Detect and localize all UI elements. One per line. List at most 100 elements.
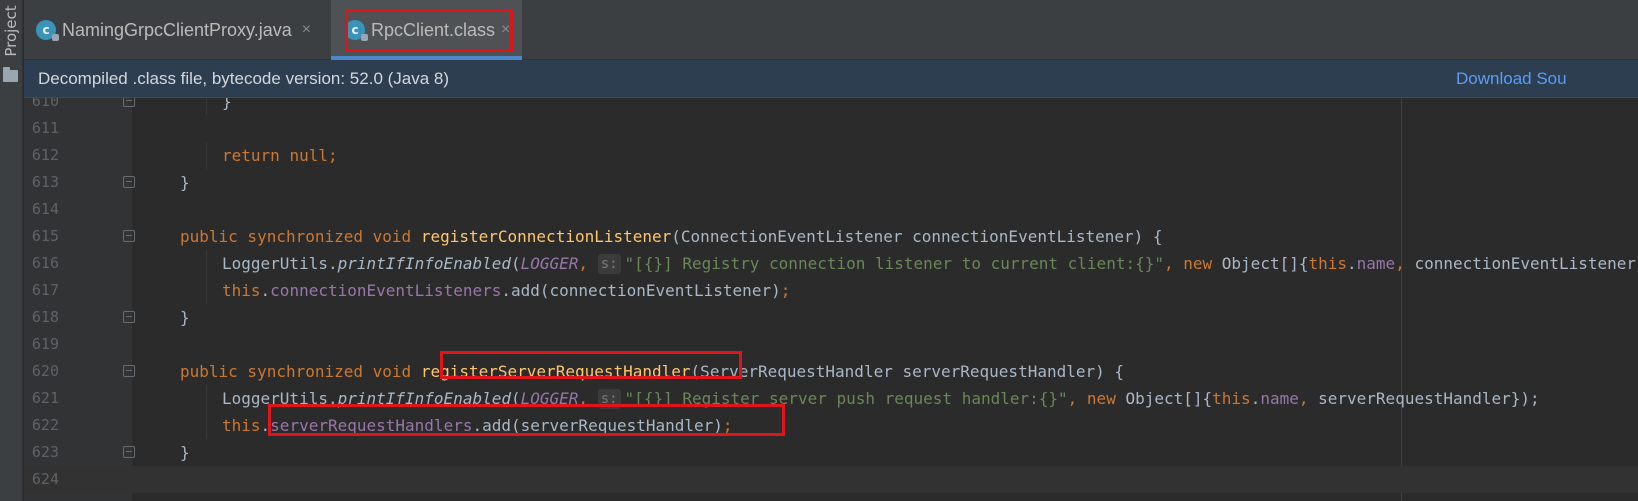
code-text: this.connectionEventListeners.add(connec… bbox=[222, 277, 790, 304]
fold-marker-icon[interactable] bbox=[123, 446, 135, 458]
code-token: ( bbox=[510, 389, 521, 408]
code-line[interactable]: 617 this.connectionEventListeners.add(con… bbox=[24, 277, 1638, 304]
indent-guide bbox=[206, 412, 207, 439]
fold-marker-icon[interactable] bbox=[123, 230, 135, 242]
project-tool-strip: Project bbox=[0, 0, 23, 501]
code-text: LoggerUtils.printIfInfoEnabled(LOGGER, s… bbox=[222, 385, 1540, 412]
code-token: "[{}] Register server push request handl… bbox=[624, 389, 1068, 408]
code-token: printIfInfoEnabled bbox=[337, 389, 511, 408]
code-token: this bbox=[1308, 254, 1348, 273]
code-token: LOGGER bbox=[520, 389, 579, 408]
code-token: return bbox=[222, 146, 290, 165]
code-token: , bbox=[1395, 254, 1415, 273]
code-text: } bbox=[180, 169, 190, 196]
code-token: connectionEventListener}); bbox=[1414, 254, 1638, 273]
code-token: .add(serverRequestHandler) bbox=[472, 416, 723, 435]
code-line[interactable]: 623} bbox=[24, 439, 1638, 466]
code-line[interactable]: 612 return null; bbox=[24, 142, 1638, 169]
code-token: . bbox=[260, 281, 271, 300]
code-text: public synchronized void registerServerR… bbox=[180, 358, 1124, 385]
code-token: , bbox=[578, 254, 598, 273]
code-token: ; bbox=[722, 416, 733, 435]
code-text: public synchronized void registerConnect… bbox=[180, 223, 1163, 250]
close-icon[interactable]: × bbox=[501, 21, 510, 39]
code-line[interactable]: 619 bbox=[24, 331, 1638, 358]
code-token: name bbox=[1356, 254, 1396, 273]
line-number: 615 bbox=[31, 227, 59, 245]
code-token: LoggerUtils. bbox=[222, 389, 338, 408]
download-sources-link[interactable]: Download Sou bbox=[1456, 69, 1567, 89]
fold-marker-icon[interactable] bbox=[123, 311, 135, 323]
code-line[interactable]: 618} bbox=[24, 304, 1638, 331]
line-number: 623 bbox=[31, 443, 59, 461]
folder-icon[interactable] bbox=[3, 67, 18, 82]
code-token: serverRequestHandler}); bbox=[1318, 389, 1540, 408]
code-line[interactable]: 616 LoggerUtils.printIfInfoEnabled(LOGGER… bbox=[24, 250, 1638, 277]
code-line[interactable]: 615 public synchronized void registerConn… bbox=[24, 223, 1638, 250]
code-token: public synchronized void bbox=[180, 227, 421, 246]
tab-rpc-client[interactable]: c RpcClient.class × bbox=[331, 0, 522, 60]
line-number: 610 bbox=[31, 98, 59, 110]
code-token: } bbox=[180, 443, 190, 462]
parameter-hint: s: bbox=[597, 254, 621, 274]
code-text: } bbox=[180, 439, 190, 466]
line-number: 620 bbox=[31, 362, 59, 380]
parameter-hint: s: bbox=[597, 389, 621, 409]
line-number: 612 bbox=[31, 146, 59, 164]
decompiled-notice-banner: Decompiled .class file, bytecode version… bbox=[24, 60, 1638, 98]
code-token: public synchronized void bbox=[180, 362, 421, 381]
code-token: new bbox=[1086, 389, 1126, 408]
code-token: LOGGER bbox=[520, 254, 579, 273]
fold-marker-icon[interactable] bbox=[123, 98, 135, 107]
code-token: , bbox=[1067, 389, 1087, 408]
code-line[interactable]: 610} bbox=[24, 98, 1638, 115]
code-line[interactable]: 621 LoggerUtils.printIfInfoEnabled(LOGGER… bbox=[24, 385, 1638, 412]
fold-marker-icon[interactable] bbox=[123, 365, 135, 377]
code-line[interactable]: 622 this.serverRequestHandlers.add(server… bbox=[24, 412, 1638, 439]
line-number: 611 bbox=[31, 119, 59, 137]
project-tool-button[interactable]: Project bbox=[0, 0, 23, 66]
code-token: registerServerRequestHandler bbox=[420, 362, 691, 381]
indent-guide bbox=[206, 142, 207, 169]
code-token: Object[]{ bbox=[1221, 254, 1309, 273]
code-token: ; bbox=[780, 281, 791, 300]
line-number: 618 bbox=[31, 308, 59, 326]
code-token: . bbox=[1250, 389, 1261, 408]
code-token: new bbox=[1183, 254, 1222, 273]
code-token: ; bbox=[327, 146, 338, 165]
code-token: printIfInfoEnabled bbox=[337, 254, 511, 273]
indent-guide bbox=[206, 385, 207, 412]
tab-naming-grpc-client-proxy[interactable]: c NamingGrpcClientProxy.java × bbox=[24, 0, 330, 60]
code-token: } bbox=[222, 98, 232, 111]
code-line[interactable]: 614 bbox=[24, 196, 1638, 223]
code-token: , bbox=[1298, 389, 1319, 408]
code-token: , bbox=[1163, 254, 1184, 273]
line-number: 621 bbox=[31, 389, 59, 407]
code-token: LoggerUtils. bbox=[222, 254, 338, 273]
code-token: , bbox=[578, 389, 598, 408]
java-class-icon: c bbox=[36, 20, 59, 41]
code-text: this.serverRequestHandlers.add(serverReq… bbox=[222, 412, 733, 439]
code-text: } bbox=[222, 98, 232, 115]
code-token: this bbox=[222, 281, 261, 300]
code-token: } bbox=[180, 308, 190, 327]
code-line[interactable]: 613} bbox=[24, 169, 1638, 196]
code-token: registerConnectionListener bbox=[420, 227, 672, 246]
indent-guide bbox=[206, 98, 207, 115]
code-text: LoggerUtils.printIfInfoEnabled(LOGGER, s… bbox=[222, 250, 1638, 277]
code-text: return null; bbox=[222, 142, 338, 169]
code-line[interactable]: 624 bbox=[24, 466, 1638, 493]
code-line[interactable]: 611 bbox=[24, 115, 1638, 142]
code-token: this bbox=[222, 416, 261, 435]
indent-guide bbox=[206, 277, 207, 304]
class-file-icon: c bbox=[345, 20, 368, 41]
code-token: } bbox=[180, 173, 190, 192]
code-token: .add(connectionEventListener) bbox=[501, 281, 781, 300]
editor-tab-bar: c NamingGrpcClientProxy.java × c RpcClie… bbox=[24, 0, 1638, 60]
code-token: connectionEventListeners bbox=[270, 281, 502, 300]
close-icon[interactable]: × bbox=[302, 21, 311, 39]
code-line[interactable]: 620 public synchronized void registerServ… bbox=[24, 358, 1638, 385]
fold-marker-icon[interactable] bbox=[123, 176, 135, 188]
code-editor[interactable]: 610} 611 612 return null; 613} 614 615 public s… bbox=[24, 98, 1638, 501]
code-token: . bbox=[260, 416, 271, 435]
